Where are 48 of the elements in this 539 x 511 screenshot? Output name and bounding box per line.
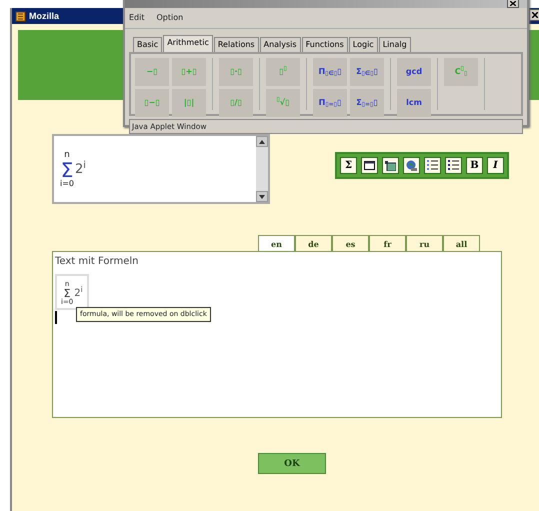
language-tab[interactable]: de — [295, 235, 332, 251]
language-tab[interactable]: ru — [406, 235, 443, 251]
toolbar-button[interactable]: B — [466, 157, 483, 174]
window-icon — [364, 161, 375, 170]
close-icon — [510, 0, 516, 6]
tab[interactable]: Relations — [214, 37, 259, 52]
formula: n Σ i=0 2$^{i}$ — [60, 151, 86, 188]
toolbar-button[interactable] — [445, 157, 462, 174]
bullet-list-icon — [448, 160, 459, 171]
toolbar-button[interactable] — [382, 157, 399, 174]
formula-button[interactable]: Σ$_{▯=▯}$▯ — [350, 89, 384, 117]
down-arrow-icon[interactable] — [259, 194, 265, 198]
menu-item[interactable]: Option — [156, 12, 184, 24]
tab[interactable]: Arithmetic — [163, 35, 213, 52]
formula-button[interactable]: gcd — [397, 58, 431, 86]
menu-item[interactable]: Edit — [129, 12, 144, 24]
scrollbar[interactable] — [256, 136, 268, 202]
editor-text: Text mit Formeln — [55, 255, 140, 269]
formula-button[interactable]: Σ$_{▯∈▯}$▯ — [350, 58, 384, 86]
toolbar-button[interactable] — [403, 157, 420, 174]
tab[interactable]: Linalg — [378, 37, 411, 52]
toolbar-button[interactable]: I — [487, 157, 504, 174]
text-cursor — [55, 311, 57, 324]
globe-icon — [406, 160, 417, 171]
language-tab[interactable]: fr — [369, 235, 406, 251]
formula-preview[interactable]: n Σ i=0 2$^{i}$ — [52, 134, 270, 204]
close-button[interactable] — [507, 0, 519, 8]
app-icon — [15, 10, 26, 22]
formula-button[interactable]: lcm — [397, 89, 431, 117]
numbered-list-icon — [427, 160, 438, 171]
tab[interactable]: Functions — [302, 37, 348, 52]
language-tab[interactable]: all — [443, 235, 480, 251]
language-tab[interactable]: en — [258, 235, 295, 251]
toolbar-button[interactable]: Σ — [340, 157, 357, 174]
tab[interactable]: Logic — [348, 37, 378, 52]
language-tab[interactable]: es — [332, 235, 369, 251]
toolbar-button[interactable] — [424, 157, 441, 174]
close-icon — [532, 12, 538, 18]
close-button[interactable] — [529, 9, 539, 21]
toolbar-button[interactable] — [361, 157, 378, 174]
window-title: Mozilla — [29, 11, 60, 21]
formula-button[interactable]: Π$_{▯∈▯}$▯ — [313, 58, 347, 86]
formula-button[interactable]: Π$_{▯=▯}$▯ — [313, 89, 347, 117]
tab[interactable]: Analysis — [260, 37, 301, 52]
tab[interactable]: Basic — [133, 37, 162, 52]
up-arrow-icon[interactable] — [259, 140, 265, 144]
ok-button[interactable]: OK — [258, 453, 326, 474]
image-icon — [385, 160, 396, 170]
